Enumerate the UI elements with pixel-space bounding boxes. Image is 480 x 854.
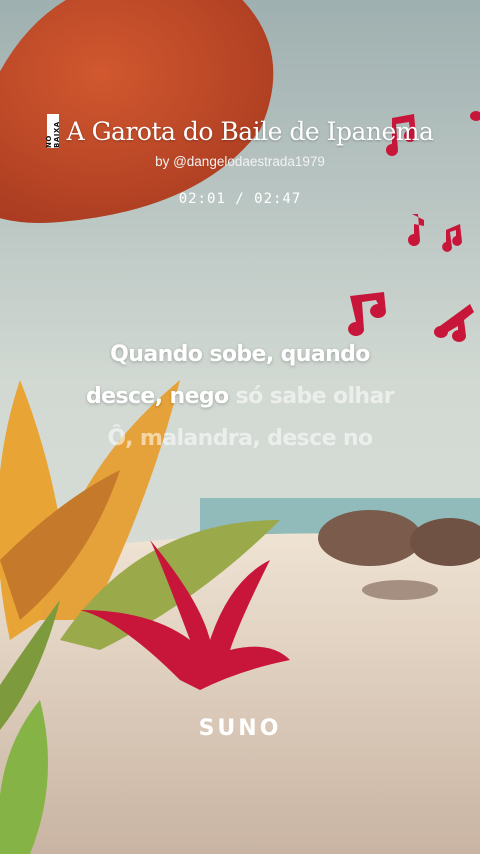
- background-artwork: [0, 0, 480, 854]
